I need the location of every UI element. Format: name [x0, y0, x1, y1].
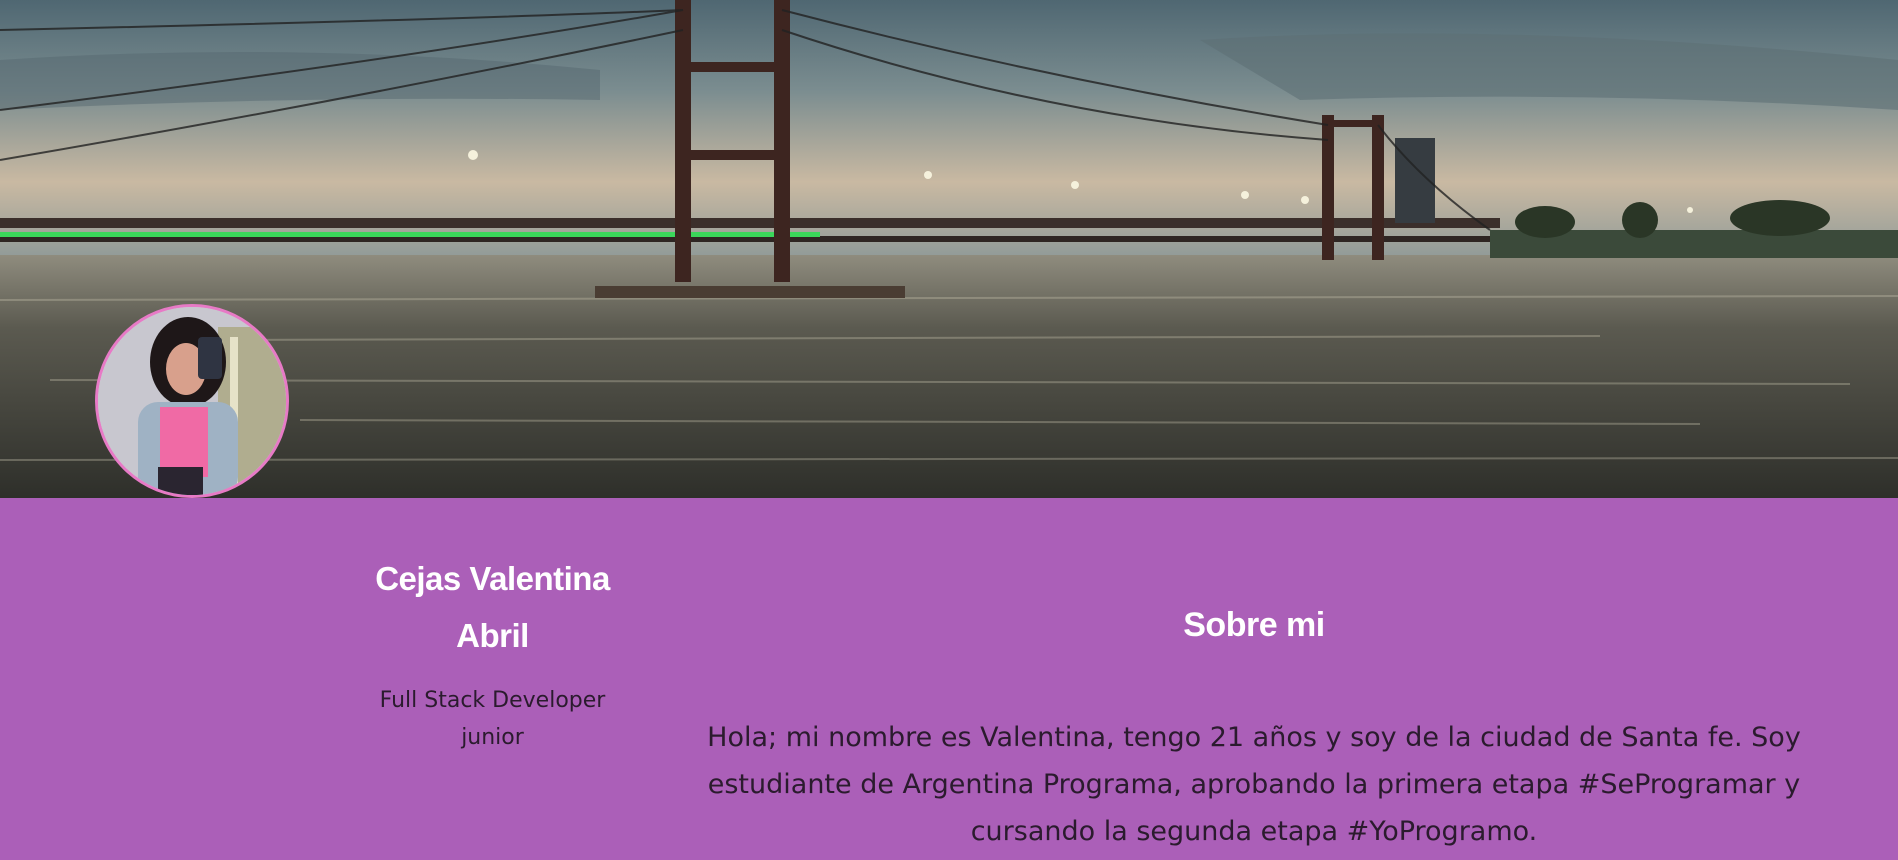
about-text: Hola; mi nombre es Valentina, tengo 21 a…: [707, 722, 1801, 847]
profile-avatar: [95, 304, 289, 498]
about-section: Cejas Valentina Abril Full Stack Develop…: [0, 498, 1898, 860]
profile-role: Full Stack Developer junior: [379, 688, 606, 750]
about-title: Sobre mi: [1183, 606, 1325, 644]
profile-name: Cejas Valentina Abril: [375, 560, 610, 654]
